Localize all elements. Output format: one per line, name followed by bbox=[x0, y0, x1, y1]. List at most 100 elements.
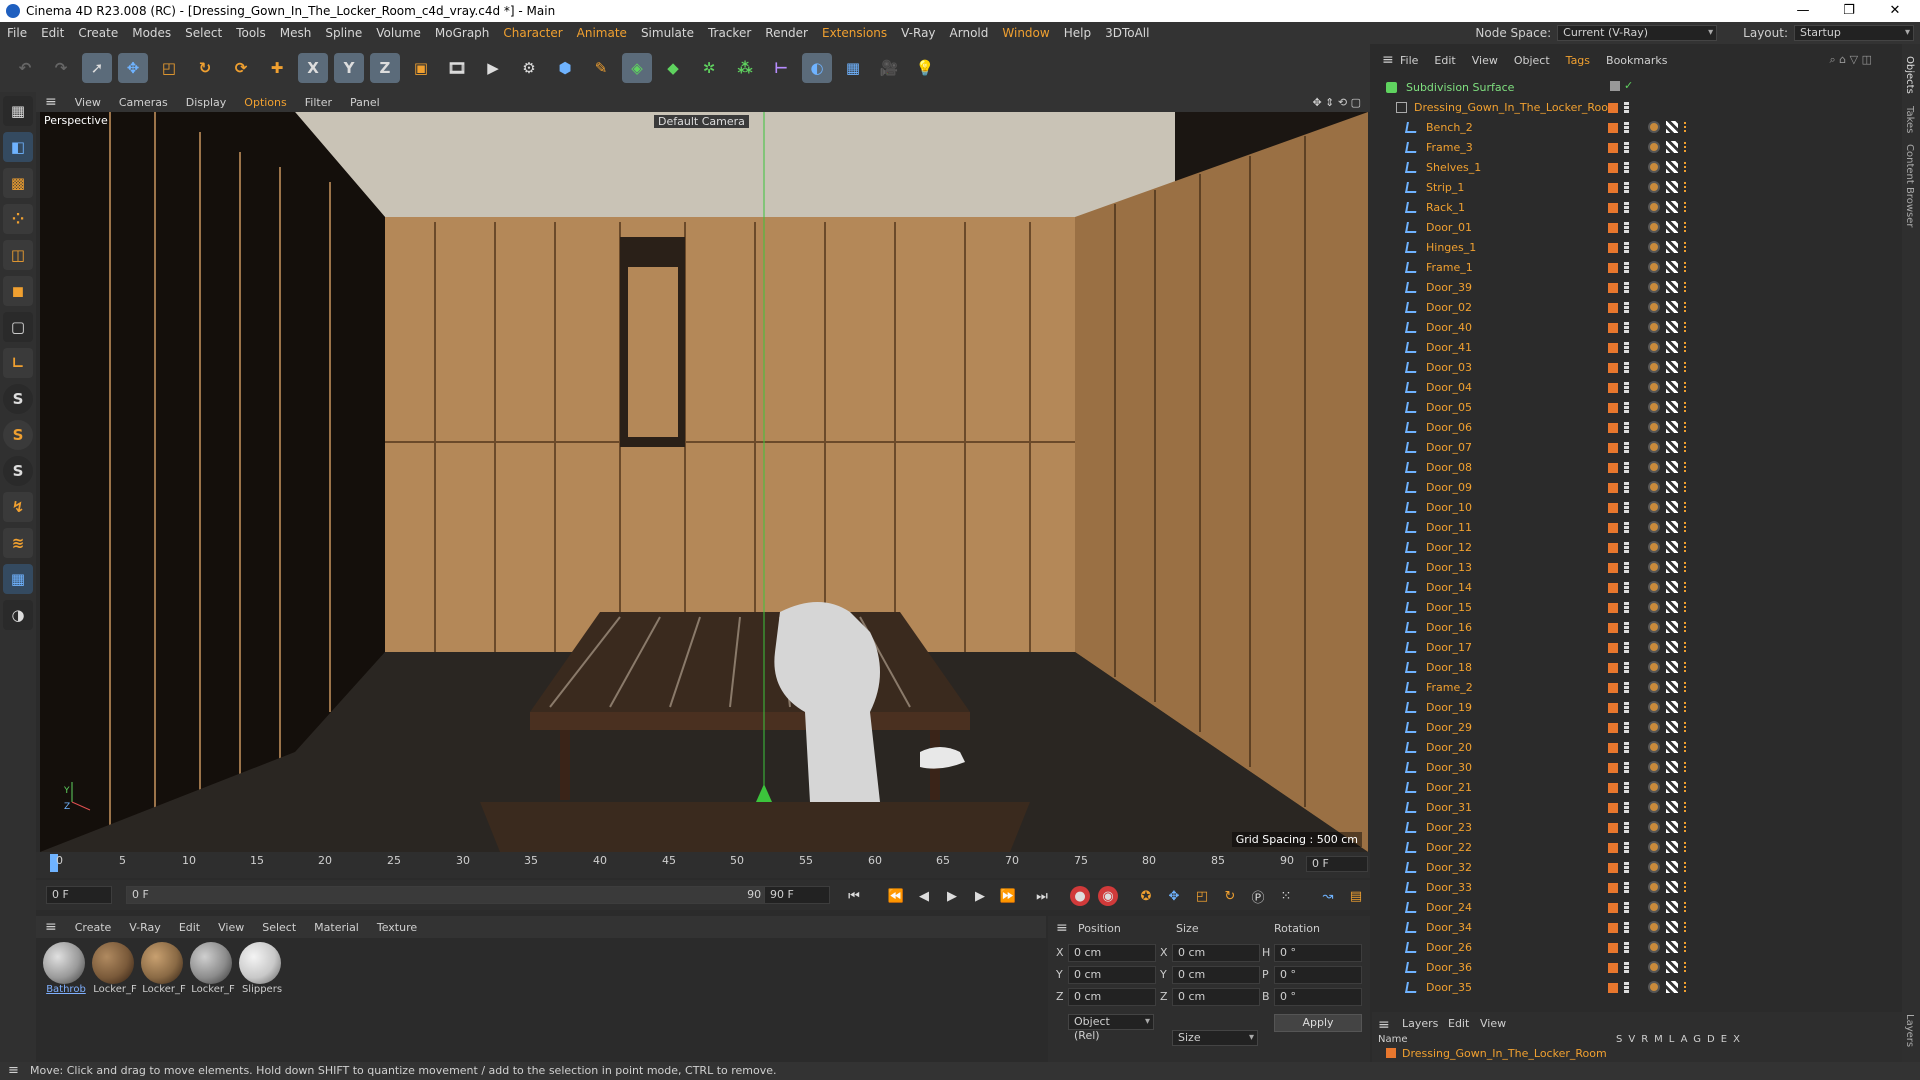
selection-tag-icon[interactable] bbox=[1684, 802, 1692, 812]
visibility-dots[interactable] bbox=[1624, 102, 1629, 113]
texture-tag-icon[interactable] bbox=[1666, 541, 1678, 553]
make-editable-icon[interactable]: ▦ bbox=[3, 96, 33, 126]
tree-row-object[interactable]: Door_18 bbox=[1372, 658, 1884, 678]
texture-tag-icon[interactable] bbox=[1666, 341, 1678, 353]
cube-icon[interactable]: ⬢ bbox=[550, 53, 580, 83]
visibility-dots[interactable] bbox=[1624, 982, 1629, 993]
selection-tag-icon[interactable] bbox=[1684, 902, 1692, 912]
vray-material-tag-icon[interactable] bbox=[1648, 481, 1660, 493]
texture-tag-icon[interactable] bbox=[1666, 841, 1678, 853]
material-swatch[interactable]: Slippers bbox=[238, 942, 282, 995]
status-menu-icon[interactable]: ≡ bbox=[8, 1062, 19, 1080]
om-hamburger-icon[interactable]: ≡ bbox=[1374, 52, 1402, 68]
render-settings-icon[interactable]: ⚙ bbox=[514, 53, 544, 83]
material-menu-material[interactable]: Material bbox=[305, 921, 368, 934]
move-tool-icon[interactable]: ✥ bbox=[118, 53, 148, 83]
size-x-field[interactable]: 0 cm bbox=[1172, 944, 1260, 962]
texture-tag-icon[interactable] bbox=[1666, 561, 1678, 573]
tree-row-object[interactable]: Door_26 bbox=[1372, 938, 1884, 958]
coordinate-mode-dropdown[interactable]: Object (Rel) bbox=[1068, 1014, 1154, 1042]
z-axis-lock-button[interactable]: Z bbox=[370, 53, 400, 83]
menu-select[interactable]: Select bbox=[178, 26, 229, 40]
visibility-dots[interactable] bbox=[1624, 522, 1629, 533]
texture-tag-icon[interactable] bbox=[1666, 141, 1678, 153]
previous-key-icon[interactable]: ⏪ bbox=[886, 886, 906, 906]
texture-tag-icon[interactable] bbox=[1666, 741, 1678, 753]
tree-row-object[interactable]: Door_30 bbox=[1372, 758, 1884, 778]
menu-render[interactable]: Render bbox=[758, 26, 815, 40]
keyframe-selection-icon[interactable]: ✪ bbox=[1136, 886, 1156, 906]
vray-material-tag-icon[interactable] bbox=[1648, 721, 1660, 733]
tree-row-object[interactable]: Rack_1 bbox=[1372, 198, 1884, 218]
selection-tag-icon[interactable] bbox=[1684, 402, 1692, 412]
texture-tag-icon[interactable] bbox=[1666, 881, 1678, 893]
layers-menu-view[interactable]: View bbox=[1480, 1017, 1506, 1030]
visibility-dots[interactable] bbox=[1624, 302, 1629, 313]
selection-tag-icon[interactable] bbox=[1684, 642, 1692, 652]
selection-tag-icon[interactable] bbox=[1684, 542, 1692, 552]
selection-tag-icon[interactable] bbox=[1684, 322, 1692, 332]
material-swatch[interactable]: Locker_F bbox=[189, 942, 235, 995]
restore-button[interactable]: ❐ bbox=[1826, 0, 1872, 22]
extrude-icon[interactable]: ◆ bbox=[658, 53, 688, 83]
tree-row-object[interactable]: Door_22 bbox=[1372, 838, 1884, 858]
tree-row-object[interactable]: Frame_1 bbox=[1372, 258, 1884, 278]
material-hamburger-icon[interactable]: ≡ bbox=[36, 919, 66, 935]
menu-help[interactable]: Help bbox=[1057, 26, 1098, 40]
vray-material-tag-icon[interactable] bbox=[1648, 281, 1660, 293]
texture-tag-icon[interactable] bbox=[1666, 621, 1678, 633]
vray-material-tag-icon[interactable] bbox=[1648, 741, 1660, 753]
world-axis-icon[interactable]: ✚ bbox=[262, 53, 292, 83]
polygons-mode-icon[interactable]: ◼ bbox=[3, 276, 33, 306]
vray-material-tag-icon[interactable] bbox=[1648, 581, 1660, 593]
tree-row-object[interactable]: Door_36 bbox=[1372, 958, 1884, 978]
planar-workplane-icon[interactable]: ◑ bbox=[3, 600, 33, 630]
camera-icon[interactable]: 🎥 bbox=[874, 53, 904, 83]
selection-tag-icon[interactable] bbox=[1684, 982, 1692, 992]
menu-volume[interactable]: Volume bbox=[369, 26, 428, 40]
tree-row-object[interactable]: Door_24 bbox=[1372, 898, 1884, 918]
close-button[interactable]: ✕ bbox=[1872, 0, 1918, 22]
viewport-nav-icons[interactable]: ✥ ⇕ ⟲ ▢ bbox=[1303, 96, 1370, 109]
vray-material-tag-icon[interactable] bbox=[1648, 941, 1660, 953]
selection-tag-icon[interactable] bbox=[1684, 202, 1692, 212]
current-frame-field[interactable]: 0 F bbox=[1306, 856, 1368, 872]
vray-material-tag-icon[interactable] bbox=[1648, 361, 1660, 373]
menu-3dtoall[interactable]: 3DToAll bbox=[1098, 26, 1156, 40]
selection-tag-icon[interactable] bbox=[1684, 922, 1692, 932]
material-menu-select[interactable]: Select bbox=[253, 921, 305, 934]
vray-material-tag-icon[interactable] bbox=[1648, 401, 1660, 413]
go-to-end-icon[interactable]: ⏭ bbox=[1032, 886, 1052, 906]
tree-row-object[interactable]: Frame_2 bbox=[1372, 678, 1884, 698]
texture-tag-icon[interactable] bbox=[1666, 961, 1678, 973]
selection-tag-icon[interactable] bbox=[1684, 462, 1692, 472]
menu-animate[interactable]: Animate bbox=[570, 26, 634, 40]
position-y-field[interactable]: 0 cm bbox=[1068, 966, 1156, 984]
model-mode-icon[interactable]: ◧ bbox=[3, 132, 33, 162]
texture-tag-icon[interactable] bbox=[1666, 801, 1678, 813]
select-tool-icon[interactable]: ➚ bbox=[82, 53, 112, 83]
menu-modes[interactable]: Modes bbox=[125, 26, 178, 40]
tree-row-group[interactable]: Dressing_Gown_In_The_Locker_Room bbox=[1372, 98, 1884, 118]
selection-tag-icon[interactable] bbox=[1684, 442, 1692, 452]
rotation-b-field[interactable]: 0 ° bbox=[1274, 988, 1362, 1006]
enabled-check-icon[interactable]: ✓ bbox=[1624, 79, 1633, 92]
tree-row-object[interactable]: Bench_2 bbox=[1372, 118, 1884, 138]
material-swatch[interactable]: Locker_F bbox=[140, 942, 186, 995]
visibility-dots[interactable] bbox=[1624, 662, 1629, 673]
snap-settings-icon[interactable]: S bbox=[3, 420, 33, 450]
rotation-p-field[interactable]: 0 ° bbox=[1274, 966, 1362, 984]
rotate-tool-icon[interactable]: ↻ bbox=[190, 53, 220, 83]
coordinate-system-icon[interactable]: ▣ bbox=[406, 53, 436, 83]
coord-hamburger-icon[interactable]: ≡ bbox=[1056, 920, 1068, 936]
timeline-ruler[interactable]: 0 5 10 15 20 25 30 35 40 45 50 55 60 65 … bbox=[36, 852, 1370, 878]
texture-tag-icon[interactable] bbox=[1666, 521, 1678, 533]
texture-tag-icon[interactable] bbox=[1666, 261, 1678, 273]
previous-frame-icon[interactable]: ◀ bbox=[914, 886, 934, 906]
texture-tag-icon[interactable] bbox=[1666, 601, 1678, 613]
visibility-dots[interactable] bbox=[1624, 562, 1629, 573]
om-menu-view[interactable]: View bbox=[1464, 54, 1506, 67]
tree-row-object[interactable]: Door_19 bbox=[1372, 698, 1884, 718]
texture-tag-icon[interactable] bbox=[1666, 201, 1678, 213]
selection-tag-icon[interactable] bbox=[1684, 582, 1692, 592]
